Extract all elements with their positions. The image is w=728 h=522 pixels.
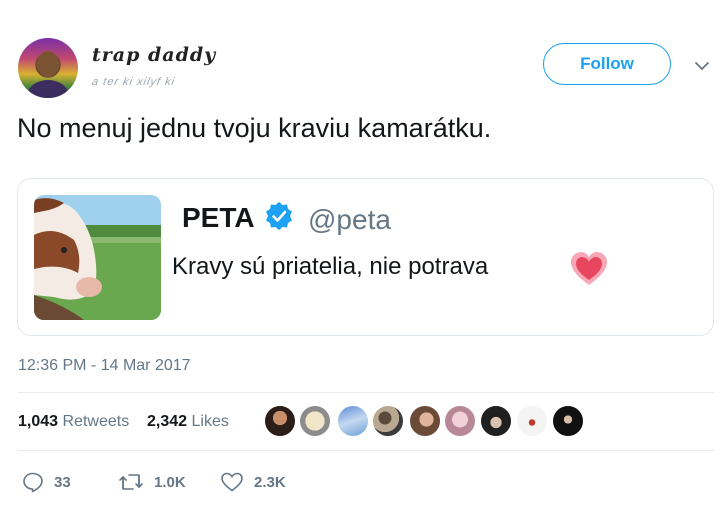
engagement-stats: 1,043 Retweets 2,342 Likes — [18, 413, 229, 431]
divider — [18, 392, 714, 393]
liker-avatar[interactable] — [337, 405, 369, 437]
retweet-icon — [119, 474, 143, 490]
liker-avatar[interactable] — [552, 405, 584, 437]
divider — [18, 450, 714, 451]
liker-avatar[interactable] — [444, 405, 476, 437]
liker-avatar[interactable] — [480, 405, 512, 437]
like-action[interactable]: 2.3K — [220, 471, 286, 493]
follow-button[interactable]: Follow — [543, 43, 671, 85]
reply-count: 33 — [54, 473, 71, 491]
author-handle[interactable]: a ter ki xilyf ki — [91, 76, 176, 88]
liker-avatar[interactable] — [516, 405, 548, 437]
likes-count[interactable]: 2,342 — [147, 413, 187, 430]
quoted-tweet-text: Kravy sú priatelia, nie potrava — [172, 253, 489, 280]
like-count: 2.3K — [254, 473, 286, 491]
quoted-author-handle[interactable]: @peta — [308, 204, 391, 236]
reply-action[interactable]: 33 — [22, 471, 71, 493]
heart-emoji-icon — [571, 252, 607, 285]
reply-icon — [23, 472, 43, 493]
quoted-tweet-image[interactable] — [34, 195, 161, 320]
heart-icon — [221, 472, 243, 492]
liker-avatar[interactable] — [264, 405, 296, 437]
quoted-author-name[interactable]: PETA — [182, 202, 255, 234]
retweets-label[interactable]: Retweets — [63, 413, 130, 430]
retweet-action[interactable]: 1.0K — [118, 471, 186, 493]
likes-label[interactable]: Likes — [191, 413, 228, 430]
retweets-count[interactable]: 1,043 — [18, 413, 58, 430]
tweet-text: No menuj jednu tvoju kraviu kamarátku. — [17, 113, 492, 143]
liker-avatar[interactable] — [409, 405, 441, 437]
author-display-name[interactable]: trap daddy — [92, 44, 216, 66]
liker-avatar[interactable] — [372, 405, 404, 437]
verified-badge-icon — [266, 202, 292, 230]
chevron-down-icon[interactable] — [694, 58, 710, 74]
author-avatar[interactable] — [18, 38, 78, 98]
tweet-timestamp[interactable]: 12:36 PM - 14 Mar 2017 — [18, 357, 191, 375]
liker-avatar[interactable] — [299, 405, 331, 437]
retweet-count: 1.0K — [154, 473, 186, 491]
